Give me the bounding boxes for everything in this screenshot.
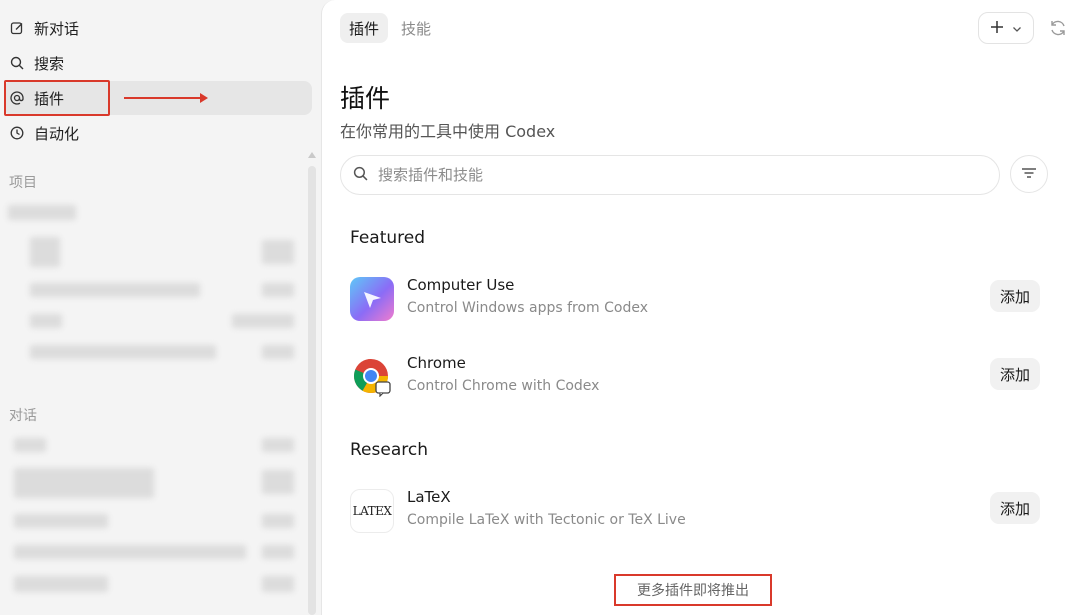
tab-skills[interactable]: 技能 (392, 13, 440, 43)
latex-icon: LATEX (350, 489, 394, 533)
computer-use-icon (350, 277, 394, 321)
blurred-conversation-item (262, 514, 294, 528)
clock-icon (10, 126, 24, 140)
blurred-conversation-item (262, 470, 294, 494)
plugin-name: Chrome (407, 354, 466, 372)
blurred-conversation-item (14, 514, 108, 528)
more-plugins-coming-soon: 更多插件即将推出 (614, 574, 772, 606)
search-icon (10, 56, 24, 70)
blurred-conversation-item (262, 438, 294, 452)
search-icon (353, 166, 368, 185)
sidebar-scrollbar[interactable] (308, 166, 316, 615)
blurred-project-item (30, 237, 60, 267)
blurred-conversation-item (14, 576, 108, 592)
annotation-arrow (124, 93, 208, 103)
page-subtitle: 在你常用的工具中使用 Codex (340, 122, 556, 141)
plugin-row-chrome: Chrome Control Chrome with Codex 添加 (350, 352, 1040, 402)
plugin-row-latex: LATEX LaTeX Compile LaTeX with Tectonic … (350, 486, 1040, 536)
add-computer-use-button[interactable]: 添加 (990, 280, 1040, 312)
blurred-conversation-item (14, 545, 246, 559)
nav-automation[interactable]: 自动化 (4, 116, 79, 150)
plugin-name: Computer Use (407, 276, 515, 294)
page-title: 插件 (340, 84, 391, 113)
add-chrome-button[interactable]: 添加 (990, 358, 1040, 390)
add-latex-button[interactable]: 添加 (990, 492, 1040, 524)
section-conversations-label: 对话 (9, 408, 37, 424)
section-projects-label: 项目 (9, 175, 37, 191)
plus-icon (990, 19, 1004, 38)
nav-search[interactable]: 搜索 (4, 46, 64, 80)
plugin-description: Control Windows apps from Codex (407, 300, 649, 316)
plugin-description: Control Chrome with Codex (407, 378, 600, 394)
blurred-project-item (30, 314, 62, 328)
plugin-description: Compile LaTeX with Tectonic or TeX Live (407, 512, 686, 528)
annotation-highlight-box (4, 80, 110, 116)
tab-plugins[interactable]: 插件 (340, 13, 389, 43)
blurred-project-item (262, 240, 294, 264)
refresh-icon[interactable] (1048, 18, 1068, 38)
plugins-panel: 插件 技能 插件 在你常用的工具中使用 Codex Featured Compu… (321, 0, 1080, 615)
blurred-conversation-item (262, 545, 294, 559)
nav-label: 新对话 (34, 19, 80, 38)
section-featured-heading: Featured (350, 228, 426, 248)
blurred-project-item (8, 205, 76, 220)
edit-icon (10, 21, 24, 35)
blurred-project-item (232, 314, 294, 328)
blurred-conversation-item (14, 438, 46, 452)
filter-icon (1021, 165, 1037, 184)
blurred-project-item (262, 345, 294, 359)
blurred-project-item (30, 283, 200, 297)
nav-label: 自动化 (34, 124, 80, 143)
nav-new-chat[interactable]: 新对话 (4, 11, 79, 45)
search-input[interactable] (378, 166, 938, 184)
section-research-heading: Research (350, 440, 428, 460)
plugin-name: LaTeX (407, 488, 451, 506)
search-bar[interactable] (340, 155, 1000, 195)
add-menu-button[interactable] (978, 12, 1034, 44)
nav-label: 搜索 (34, 54, 65, 73)
blurred-project-item (30, 345, 216, 359)
scroll-up-arrow[interactable] (308, 152, 316, 158)
chevron-down-icon (1012, 19, 1022, 38)
sidebar: 新对话 搜索 插件 自动化 项目 对话 (0, 0, 320, 615)
plugin-row-computer-use: Computer Use Control Windows apps from C… (350, 274, 1040, 324)
filter-button[interactable] (1010, 155, 1048, 193)
chrome-icon (350, 355, 394, 399)
blurred-conversation-item (262, 576, 294, 592)
blurred-conversation-item (14, 468, 154, 498)
blurred-project-item (262, 283, 294, 297)
